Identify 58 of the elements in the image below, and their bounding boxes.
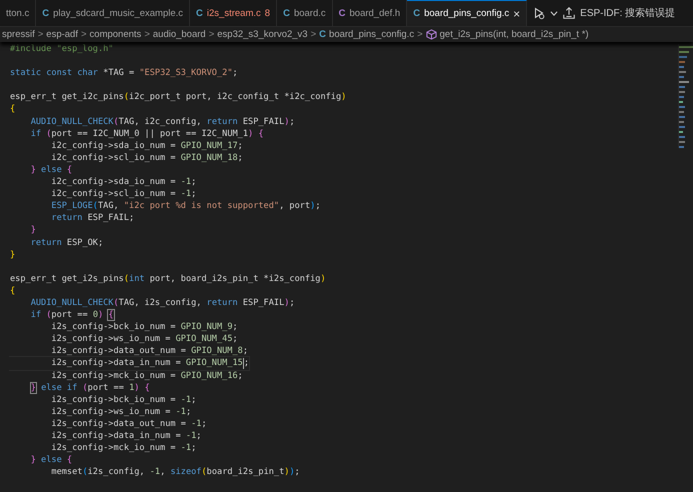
code-line: if (port == I2C_NUM_0 || port == I2C_NUM_1) {: [30, 128, 264, 140]
code-line: memset(i2s_config, -1, sizeof(board_i2s_pin_t));: [50, 466, 300, 478]
upload-icon[interactable]: [562, 6, 576, 20]
breadcrumb-separator: >: [208, 29, 214, 40]
code-line: }: [30, 224, 36, 236]
code-line: i2s_config->ws_io_num = -1;: [50, 406, 192, 418]
code-line: } else {: [30, 454, 72, 466]
code-line: AUDIO_NULL_CHECK(TAG, i2c_config, return ESP_FAIL);: [30, 116, 295, 128]
breadcrumb-item[interactable]: esp-adf: [46, 29, 78, 40]
code-line: if (port == 0) {: [30, 309, 114, 322]
code-line: static const char *TAG = "ESP32_S3_KORVO_2";: [10, 67, 238, 80]
code-line: i2s_config->data_in_num = GPIO_NUM_15;: [10, 357, 250, 370]
breadcrumb-separator: >: [38, 29, 44, 40]
breadcrumb-separator: >: [417, 29, 423, 40]
editor-tab[interactable]: tton.c: [0, 0, 36, 26]
code-line: esp_err_t get_i2s_pins(int port, board_i2s_pin_t *i2s_config): [10, 272, 326, 285]
c-file-icon: C: [319, 29, 326, 40]
code-line: i2c_config->sda_io_num = -1;: [50, 176, 196, 188]
breadcrumb-item[interactable]: components: [90, 29, 142, 40]
code-line: i2s_config->mck_io_num = GPIO_NUM_16;: [50, 370, 243, 382]
code-line: return ESP_FAIL;: [50, 212, 134, 224]
editor-tab[interactable]: C board_pins_config.c ×: [407, 0, 528, 26]
code-line: i2s_config->data_out_num = GPIO_NUM_8;: [50, 345, 248, 358]
code-line: i2c_config->sda_io_num = GPIO_NUM_17;: [50, 140, 243, 152]
code-line: esp_err_t get_i2c_pins(i2c_port_t port, i2c_config_t *i2c_config): [10, 91, 346, 104]
breadcrumb-item[interactable]: spressif: [2, 29, 35, 40]
breadcrumb-item[interactable]: audio_board: [152, 29, 206, 40]
breadcrumb-item[interactable]: get_i2s_pins(int, board_i2s_pin_t *): [440, 29, 589, 40]
code-line: i2c_config->scl_io_num = GPIO_NUM_18;: [50, 152, 243, 164]
breadcrumb-item[interactable]: esp32_s3_korvo2_v3: [217, 29, 308, 40]
code-line: {: [10, 103, 16, 116]
editor-tab[interactable]: C play_sdcard_music_example.c: [36, 0, 190, 26]
chevron-down-icon[interactable]: [550, 10, 558, 16]
code-line: }: [10, 248, 16, 261]
code-line: i2c_config->scl_io_num = -1;: [50, 188, 196, 200]
code-line: ESP_LOGE(TAG, "i2c port %d is not supported", port);: [50, 200, 320, 212]
cube-icon: [426, 29, 437, 40]
code-line: i2s_config->mck_io_num = -1;: [50, 442, 196, 454]
code-line: i2s_config->data_out_num = -1;: [50, 418, 207, 430]
code-line: {: [10, 284, 16, 297]
code-line: i2s_config->bck_io_num = -1;: [50, 394, 196, 406]
editor-tab[interactable]: C board.c: [277, 0, 333, 26]
code-line: } else {: [30, 164, 72, 176]
breadcrumb-separator: >: [80, 29, 87, 40]
breadcrumb-separator: >: [310, 29, 316, 40]
code-line: i2s_config->bck_io_num = GPIO_NUM_9;: [50, 321, 238, 334]
esp-idf-status[interactable]: ESP-IDF: 搜索错误提: [580, 6, 676, 20]
code-line: return ESP_OK;: [30, 236, 104, 249]
run-debug-icon[interactable]: [532, 6, 546, 20]
code-line: } else if (port == 1) {: [30, 382, 150, 394]
editor-tab[interactable]: C i2s_stream.c 8: [190, 0, 278, 26]
code-line: #include "esp_log.h": [10, 43, 114, 56]
code-line: i2s_config->data_in_num = -1;: [50, 430, 202, 442]
breadcrumb-separator: >: [144, 29, 150, 40]
breadcrumb-item[interactable]: board_pins_config.c: [329, 29, 414, 40]
minimap-drawing[interactable]: [678, 44, 693, 148]
code-line: i2s_config->ws_io_num = GPIO_NUM_45;: [50, 333, 238, 346]
code-line: AUDIO_NULL_CHECK(TAG, i2s_config, return ESP_FAIL);: [30, 296, 295, 310]
